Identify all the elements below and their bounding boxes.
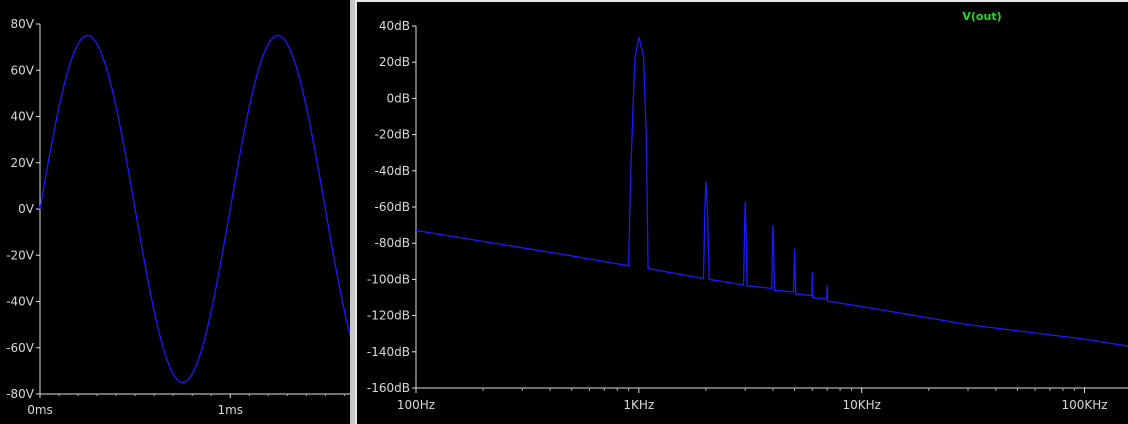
y-tick-label: -60dB xyxy=(375,200,410,214)
time-domain-panel: 80V 60V 40V 20V 0V -20V -40V -60V -80V 0ms 1ms xyxy=(0,0,350,424)
y-tick-label: -60V xyxy=(6,341,35,355)
y-tick-label: 40dB xyxy=(379,19,410,33)
y-tick-label: 40V xyxy=(11,110,35,124)
x-tick-label: 10KHz xyxy=(842,398,880,412)
y-tick-label: -80dB xyxy=(375,236,410,250)
y-tick-label: 20dB xyxy=(379,55,410,69)
y-tick-label: -20V xyxy=(6,248,35,262)
waveform-line xyxy=(39,34,350,384)
y-tick-label: -20dB xyxy=(375,128,410,142)
x-tick-label: 1KHz xyxy=(623,398,654,412)
y-tick-label: -160dB xyxy=(367,381,410,395)
x-tick-label: 100Hz xyxy=(397,398,435,412)
y-tick-label: 60V xyxy=(11,63,35,77)
y-tick-label: 80V xyxy=(11,17,35,31)
y-tick-label: -40dB xyxy=(375,164,410,178)
fft-panel: 40dB 20dB 0dB -20dB -40dB -60dB -80dB -100dB -12… xyxy=(355,0,1128,424)
y-tick-label: -40V xyxy=(6,295,35,309)
legend-label-vout: V(out) xyxy=(962,10,1001,23)
x-tick-label: 1ms xyxy=(217,403,243,417)
x-tick-label: 100KHz xyxy=(1061,398,1107,412)
y-tick-label: 0dB xyxy=(387,91,410,105)
y-tick-label: -120dB xyxy=(367,309,410,323)
y-tick-label: -80V xyxy=(6,387,35,401)
x-tick-label: 0ms xyxy=(27,403,53,417)
time-domain-chart: 80V 60V 40V 20V 0V -20V -40V -60V -80V 0ms 1ms xyxy=(6,17,350,417)
fft-chart: 40dB 20dB 0dB -20dB -40dB -60dB -80dB -100dB -12… xyxy=(367,10,1128,412)
spectrum-line xyxy=(415,36,1128,347)
y-tick-label: 20V xyxy=(11,156,35,170)
y-tick-label: -140dB xyxy=(367,345,410,359)
y-tick-label: 0V xyxy=(18,202,35,216)
y-tick-label: -100dB xyxy=(367,272,410,286)
